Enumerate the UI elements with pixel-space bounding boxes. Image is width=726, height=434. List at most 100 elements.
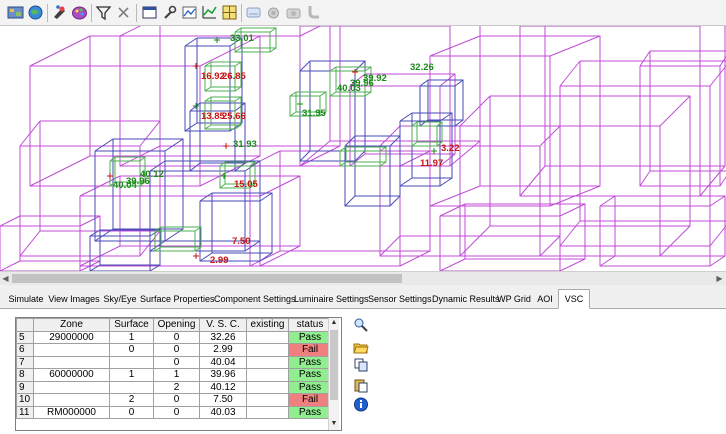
zone-cell[interactable]: 29000000 [33,330,110,344]
tab-component-settings[interactable]: Component Settings [214,291,296,308]
existing-cell[interactable] [246,393,289,407]
wireframe-model[interactable]: 33.0116.9226.8532.2639.9239.9640.0313.85… [0,26,726,271]
existing-cell[interactable] [246,405,289,419]
model-building-edge [399,250,431,267]
palette-icon[interactable] [70,3,89,22]
zone-cell[interactable] [33,343,110,357]
scroll-left-icon[interactable]: ◀ [0,273,11,284]
tab-aoi[interactable]: AOI [534,291,556,308]
scrollbar-thumb[interactable] [330,330,338,400]
vsc-cell[interactable]: 2.99 [199,343,247,357]
opening-cell[interactable]: 0 [153,343,200,357]
table-row[interactable]: 10 2 0 7.50 Fail [16,393,332,407]
opening-cell[interactable]: 1 [153,368,200,382]
opening-cell[interactable]: 0 [153,393,200,407]
vsc-cell[interactable]: 39.96 [199,368,247,382]
vsc-cell[interactable]: 40.12 [199,380,247,394]
grid-icon[interactable] [220,3,239,22]
tab-sky-eye[interactable]: Sky/Eye [102,291,138,308]
model-opening-edge [269,47,277,53]
table-row[interactable]: 5 29000000 1 0 32.26 Pass [16,330,332,344]
model-zone-edge [454,79,464,87]
tab-view-images[interactable]: View Images [48,291,100,308]
sky-icon[interactable] [244,3,263,22]
paint-icon[interactable] [50,3,69,22]
filter-icon[interactable] [94,3,113,22]
status-cell[interactable]: Pass [288,355,332,369]
table-row[interactable]: 11 RM000000 0 0 40.03 Pass [16,405,332,419]
zone-cell[interactable]: RM000000 [33,405,110,419]
copy-icon[interactable] [353,357,369,372]
surface-cell[interactable]: 1 [109,368,154,382]
existing-cell[interactable] [246,355,289,369]
wrench-icon[interactable] [160,3,179,22]
tab-luminaire-settings[interactable]: Luminaire Settings [294,291,369,308]
scroll-down-icon[interactable]: ▼ [329,419,339,429]
vsc-cell[interactable]: 40.04 [199,355,247,369]
close-icon[interactable] [114,3,133,22]
grid-vertical-scrollbar[interactable]: ▲ ▼ [328,318,339,430]
status-cell[interactable]: Fail [288,393,332,407]
window-icon[interactable] [140,3,159,22]
tab-vsc[interactable]: VSC [558,289,590,309]
viewport-horizontal-scrollbar[interactable]: ◀ ▶ [0,271,726,285]
table-row[interactable]: 8 60000000 1 1 39.96 Pass [16,368,332,382]
surface-cell[interactable]: 1 [109,330,154,344]
existing-cell[interactable] [246,380,289,394]
info-icon[interactable] [353,397,369,412]
table-row[interactable]: 7 0 40.04 Pass [16,355,332,369]
chart-icon[interactable] [180,3,199,22]
surface-cell[interactable]: 2 [109,393,154,407]
vsc-cell[interactable]: 40.03 [199,405,247,419]
zoom-icon[interactable] [353,317,369,332]
opening-cell[interactable]: 0 [153,355,200,369]
existing-cell[interactable] [246,368,289,382]
surface-cell[interactable] [109,380,154,394]
scroll-right-icon[interactable]: ▶ [714,273,725,284]
sensor-icon[interactable] [264,3,283,22]
opening-cell[interactable]: 0 [153,405,200,419]
surface-cell[interactable]: 0 [109,405,154,419]
table-row[interactable]: 9 2 40.12 Pass [16,380,332,394]
open-folder-icon[interactable] [353,340,369,355]
status-cell[interactable]: Pass [288,380,332,394]
status-cell[interactable]: Fail [288,343,332,357]
opening-cell[interactable]: 2 [153,380,200,394]
tab-dynamic-results[interactable]: Dynamic Results [432,291,500,308]
scrollbar-thumb[interactable] [12,274,402,283]
vsc-results-grid[interactable]: Zone Surface Opening V. S. C. existing s… [15,317,342,431]
existing-cell[interactable] [246,330,289,344]
pipe-icon[interactable] [304,3,323,22]
zone-cell[interactable] [33,393,110,407]
tab-wp-grid[interactable]: WP Grid [496,291,532,308]
zone-cell[interactable]: 60000000 [33,368,110,382]
existing-cell[interactable] [246,343,289,357]
header-vsc: V. S. C. [199,318,247,332]
map-icon[interactable] [6,3,25,22]
model-opening-edge [379,161,387,167]
table-row[interactable]: 6 0 0 2.99 Fail [16,343,332,357]
opening-cell[interactable]: 0 [153,330,200,344]
vsc-cell[interactable]: 7.50 [199,393,247,407]
scroll-up-icon[interactable]: ▲ [329,318,339,328]
toolbar [0,0,726,26]
zone-cell[interactable] [33,380,110,394]
tab-sensor-settings[interactable]: Sensor Settings [368,291,432,308]
status-cell[interactable]: Pass [288,405,332,419]
vsc-value-label: 2.99 [210,255,229,266]
vsc-cell[interactable]: 32.26 [199,330,247,344]
surface-cell[interactable]: 0 [109,343,154,357]
model-viewport[interactable]: 33.01 16.92 26.85 32.26 39.92 39.96 40.03 13.85… [0,26,726,271]
row-number: 6 [16,343,34,357]
tab-surface-properties[interactable]: Surface Properties [140,291,215,308]
vsc-value-label: 40.03 [337,83,361,94]
status-cell[interactable]: Pass [288,368,332,382]
paste-icon[interactable] [353,378,369,393]
globe-icon[interactable] [26,3,45,22]
graph-icon[interactable] [200,3,219,22]
zone-cell[interactable] [33,355,110,369]
surface-cell[interactable] [109,355,154,369]
camera-icon[interactable] [284,3,303,22]
tab-simulate[interactable]: Simulate [6,291,46,308]
status-cell[interactable]: Pass [288,330,332,344]
